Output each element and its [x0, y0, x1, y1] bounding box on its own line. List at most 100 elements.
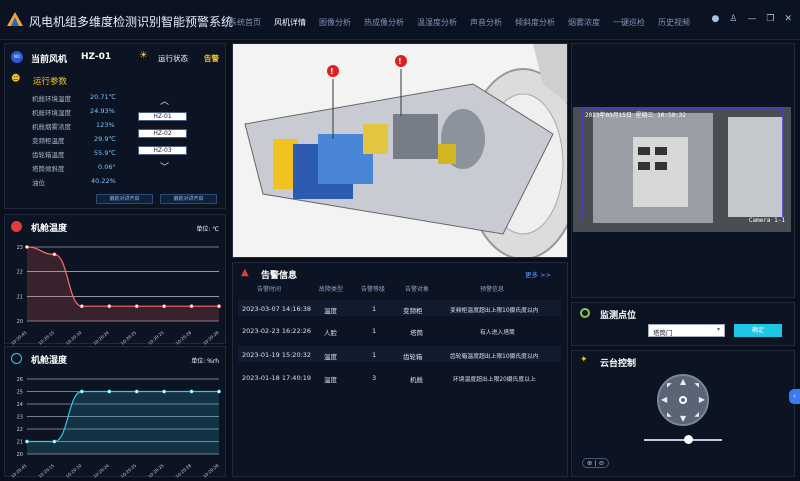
x-tick-label: 10:20:15 — [37, 463, 55, 478]
confirm-button[interactable]: 确定 — [734, 324, 782, 337]
y-tick-label: 23 — [17, 245, 23, 251]
arrow-right-icon[interactable]: ▶ — [699, 395, 705, 404]
monitor-point-select[interactable]: 塔筒门 ▾ — [648, 324, 725, 337]
param-value: 40.22% — [91, 177, 116, 185]
nav-sound-analysis[interactable]: 声音分析 — [470, 17, 502, 28]
nav-tilt-analysis[interactable]: 倾斜度分析 — [515, 17, 555, 28]
camera-feed[interactable]: 2023年03月15日 星期三 10:50:32 Camera 1-1 — [573, 107, 791, 232]
turbine-3d-view[interactable]: ! ! — [232, 43, 568, 258]
yaw-intercom-button-2[interactable]: 偏航对讲开启 — [160, 194, 217, 204]
thermometer-icon — [11, 221, 22, 232]
param-label: 塔筒倾斜度 — [32, 165, 65, 173]
alert-row[interactable]: 2023-01-18 17:40:19 温度 3 机舱 环境温度超出上限20摄氏… — [238, 369, 561, 385]
turbine-option-hz02[interactable]: HZ-02 — [138, 129, 187, 138]
run-status-label: 运行状态 — [158, 54, 188, 63]
alerts-more-link[interactable]: 更多 >> — [525, 269, 551, 279]
x-tick-label: 10:20:28 — [175, 463, 193, 478]
data-point — [107, 389, 112, 394]
ptz-direction-pad[interactable]: ▲ ▼ ◀ ▶ ◤ ◥ ◣ ◢ — [657, 374, 709, 426]
svg-text:!: ! — [398, 57, 402, 66]
temperature-unit: 单位: ℃ — [196, 226, 219, 233]
y-tick-label: 22 — [17, 270, 23, 276]
side-collapse-tab[interactable]: ‹ — [789, 389, 800, 404]
params-title: 运行参数 — [33, 77, 68, 87]
restore-icon[interactable]: ❐ — [766, 14, 774, 24]
nav-thermal-analysis[interactable]: 热成像分析 — [364, 17, 404, 28]
turbine-option-hz01[interactable]: HZ-01 — [138, 112, 187, 121]
alert-level: 1 — [372, 327, 377, 335]
y-tick-label: 25 — [17, 390, 23, 396]
yaw-intercom-button-1[interactable]: 偏航对讲开启 — [96, 194, 153, 204]
arrow-left-icon[interactable]: ◀ — [661, 395, 667, 404]
data-point — [189, 389, 194, 394]
app-logo-icon — [7, 12, 23, 26]
param-value: 123% — [96, 121, 115, 129]
arrow-down-icon[interactable]: ▼ — [680, 414, 686, 423]
run-status-value: 告警 — [204, 54, 219, 63]
alert-header-type: 故障类型 — [319, 286, 344, 293]
alert-level: 1 — [372, 351, 377, 359]
turbine-option-hz03[interactable]: HZ-03 — [138, 146, 187, 155]
nav-one-click-patrol[interactable]: 一键巡检 — [613, 17, 645, 28]
nav-temp-humidity-analysis[interactable]: 温湿度分析 — [417, 17, 457, 28]
arrow-down-left-icon[interactable]: ◣ — [667, 411, 672, 418]
chevron-down-icon[interactable]: ﹀ — [160, 160, 169, 173]
param-label: 机舱环境温度 — [32, 95, 71, 103]
y-tick-label: 20 — [17, 319, 23, 325]
chevron-down-icon: ▾ — [716, 326, 720, 333]
x-tick-label: 10:20:25 — [147, 463, 165, 478]
data-point — [162, 389, 167, 394]
user-icon[interactable]: ♙ — [729, 14, 737, 24]
ptz-speed-thumb[interactable] — [684, 435, 693, 444]
series-area — [27, 247, 219, 321]
nav-turbine-detail[interactable]: 风机详情 — [274, 17, 306, 28]
alert-row[interactable]: 2023-02-23 16:22:26 人脸 1 塔筒 有人进入塔筒 — [238, 322, 561, 338]
param-value: 20.71℃ — [90, 93, 116, 101]
param-label: 变频柜温度 — [32, 137, 65, 145]
param-label: 机舱烟雾浓度 — [32, 123, 71, 131]
turbine-badge: NO — [11, 51, 23, 63]
alert-row[interactable]: 2023-03-07 14:16:38 温度 1 变频柜 变频柜温度超出上限10… — [238, 300, 561, 316]
data-point — [79, 389, 84, 394]
arrow-up-right-icon[interactable]: ◥ — [694, 382, 699, 389]
x-tick-label: 10:20:25 — [120, 463, 138, 478]
window-controls: ● ♙ — ❐ ✕ — [711, 14, 792, 24]
param-value: 29.9℃ — [94, 135, 116, 143]
close-icon[interactable]: ✕ — [784, 14, 792, 24]
x-tick-label: 10:20:45 — [10, 330, 28, 345]
param-value: 24.93% — [90, 107, 115, 115]
temperature-chart: 23 22 21 20 10:20:45 10:20:15 10:20:10 10:20:24… — [10, 245, 221, 345]
x-tick-label: 10:20:45 — [10, 463, 28, 478]
monitor-point-selected: 塔筒门 — [653, 329, 673, 337]
x-tick-label: 10:20:25 — [147, 330, 165, 345]
alert-message: 环境温度超出上限20摄氏度以上 — [453, 377, 536, 383]
params-icon: ☻ — [11, 74, 21, 84]
camera-label: Camera 1-1 — [748, 217, 785, 224]
x-tick-label: 10:20:24 — [92, 463, 110, 478]
minimize-icon[interactable]: — — [747, 14, 756, 24]
alert-object: 机舱 — [410, 376, 423, 384]
current-turbine-label: 当前风机 — [31, 55, 68, 65]
nav-home[interactable]: 系统首页 — [229, 17, 261, 28]
data-point — [52, 439, 57, 444]
alert-row[interactable]: 2023-01-19 15:20:32 温度 1 齿轮箱 齿轮箱温度超出上限10… — [238, 346, 561, 362]
app-title: 风电机组多维度检测识别智能预警系统 — [29, 15, 234, 29]
arrow-up-left-icon[interactable]: ◤ — [667, 382, 672, 389]
nav-smoke-concentration[interactable]: 烟雾浓度 — [568, 17, 600, 28]
y-tick-label: 20 — [17, 452, 23, 458]
settings-icon[interactable]: ● — [711, 14, 719, 24]
nav-history-video[interactable]: 历史视频 — [658, 17, 690, 28]
alert-type: 人脸 — [324, 329, 337, 337]
warning-icon: ▲ — [241, 267, 249, 278]
arrow-up-icon[interactable]: ▲ — [680, 377, 686, 386]
ptz-center-button[interactable] — [679, 396, 687, 404]
arrow-down-right-icon[interactable]: ◢ — [694, 411, 699, 418]
data-point — [189, 304, 194, 309]
ptz-speed-slider[interactable] — [644, 439, 722, 441]
chevron-up-icon[interactable]: ︿ — [160, 94, 169, 107]
x-tick-label: 10:20:28 — [202, 330, 220, 345]
nav-image-analysis[interactable]: 图像分析 — [319, 17, 351, 28]
data-point — [217, 304, 221, 309]
humidity-chart-title: 机舱湿度 — [31, 356, 68, 366]
zoom-controls[interactable]: ⊕ | ⊖ — [582, 458, 610, 468]
